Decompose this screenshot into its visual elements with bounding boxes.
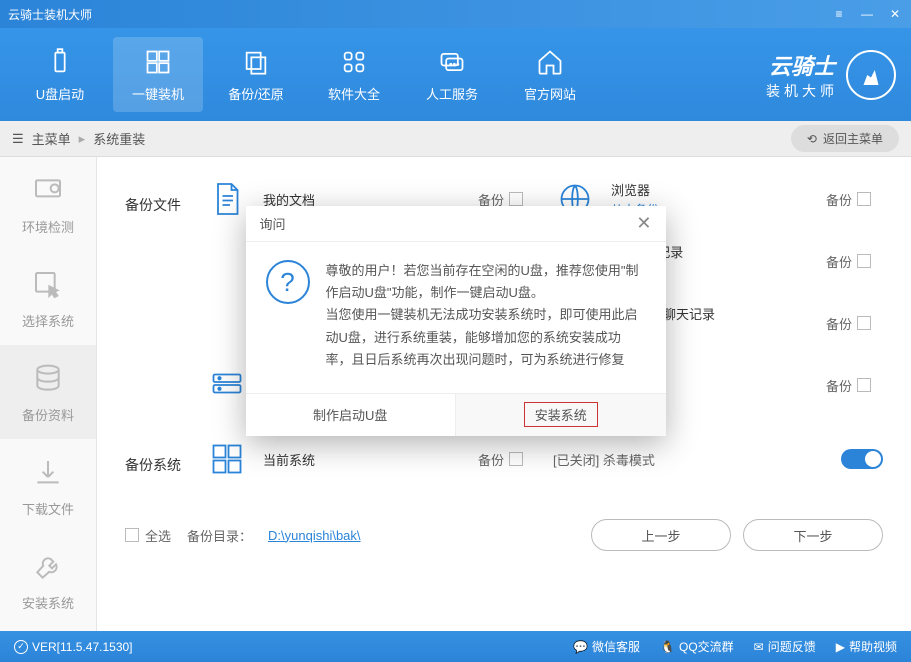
checkbox[interactable]: [857, 378, 871, 392]
title-bar: 云骑士装机大师 ≡ — ✕: [0, 0, 911, 28]
backup-dir-link[interactable]: D:\yunqishi\bak\: [268, 528, 361, 543]
sidebar-item-download[interactable]: 下载文件: [0, 439, 96, 533]
next-button[interactable]: 下一步: [743, 519, 883, 551]
dialog-close-button[interactable]: ✕: [636, 213, 651, 234]
sidebar-item-install[interactable]: 安装系统: [0, 533, 96, 627]
dialog-title: 询问: [260, 214, 286, 233]
brand: 云骑士 装机大师: [766, 49, 896, 101]
close-icon[interactable]: ✕: [887, 6, 903, 22]
feedback-icon: ✉: [754, 640, 764, 654]
monitor-gear-icon: [30, 173, 66, 209]
windows-grid-icon: [205, 437, 249, 481]
section-system-label: 备份系统: [125, 437, 205, 499]
nav-one-click-install[interactable]: 一键装机: [113, 37, 203, 112]
wrench-icon: [30, 549, 66, 585]
breadcrumb-current: 系统重装: [93, 129, 145, 148]
document-icon: [205, 177, 249, 221]
nav-usb-boot[interactable]: U盘启动: [15, 37, 105, 112]
checkbox[interactable]: [857, 254, 871, 268]
apps-icon: [338, 46, 370, 78]
nav-backup-restore[interactable]: 备份/还原: [211, 37, 301, 112]
backup-cursys[interactable]: 备份: [478, 450, 523, 469]
check-icon: ✓: [14, 640, 28, 654]
app-title: 云骑士装机大师: [8, 6, 831, 23]
footer-wechat[interactable]: 💬微信客服: [573, 638, 640, 655]
cursor-icon: [30, 267, 66, 303]
back-arrow-icon: ⟲: [807, 132, 817, 146]
confirm-dialog: 询问 ✕ ? 尊敬的用户！若您当前存在空闲的U盘，推荐您使用"制作启动U盘"功能…: [246, 206, 666, 435]
prev-button[interactable]: 上一步: [591, 519, 731, 551]
list-icon: ☰: [12, 131, 24, 147]
qq-small-icon: 🐧: [660, 640, 675, 654]
breadcrumb-main[interactable]: 主菜单: [32, 129, 71, 148]
question-icon: ?: [266, 260, 310, 304]
select-all[interactable]: 全选: [125, 526, 171, 545]
make-usb-button[interactable]: 制作启动U盘: [246, 394, 457, 436]
breadcrumb: ☰ 主菜单 ▸ 系统重装 ⟲ 返回主菜单: [0, 121, 911, 157]
section-files-label: 备份文件: [125, 177, 205, 425]
menu-icon[interactable]: ≡: [831, 6, 847, 22]
nav-website[interactable]: 官方网站: [505, 37, 595, 112]
copy-icon: [240, 46, 272, 78]
home-icon: [534, 46, 566, 78]
video-icon: ▶: [836, 640, 845, 654]
wechat-icon: 💬: [573, 640, 588, 654]
header: U盘启动 一键装机 备份/还原 软件大全 人工服务 官方网站 云骑士 装机大师: [0, 28, 911, 121]
footer-qq[interactable]: 🐧QQ交流群: [660, 638, 734, 655]
download-icon: [30, 455, 66, 491]
footer: ✓ VER[11.5.47.1530] 💬微信客服 🐧QQ交流群 ✉问题反馈 ▶…: [0, 631, 911, 662]
backup-driver[interactable]: 备份: [826, 376, 871, 395]
version-badge[interactable]: ✓ VER[11.5.47.1530]: [14, 640, 133, 654]
antivirus-label: [已关闭] 杀毒模式: [553, 450, 655, 469]
knight-logo-icon: [846, 50, 896, 100]
sidebar-item-env-check[interactable]: 环境检测: [0, 157, 96, 251]
sidebar-item-backup[interactable]: 备份资料: [0, 345, 96, 439]
backup-qq[interactable]: 备份: [826, 252, 871, 271]
chat-icon: [436, 46, 468, 78]
antivirus-toggle[interactable]: [841, 449, 883, 469]
checkbox[interactable]: [509, 452, 523, 466]
footer-feedback[interactable]: ✉问题反馈: [754, 638, 816, 655]
usb-icon: [44, 46, 76, 78]
back-to-main-button[interactable]: ⟲ 返回主菜单: [791, 125, 899, 152]
checkbox[interactable]: [509, 192, 523, 206]
windows-icon: [142, 46, 174, 78]
backup-browser[interactable]: 备份: [826, 190, 871, 209]
drive-icon: [205, 363, 249, 407]
checkbox[interactable]: [857, 192, 871, 206]
minimize-icon[interactable]: —: [859, 6, 875, 22]
nav-support[interactable]: 人工服务: [407, 37, 497, 112]
chevron-right-icon: ▸: [79, 131, 86, 147]
install-system-button[interactable]: 安装系统: [456, 394, 666, 436]
checkbox[interactable]: [857, 316, 871, 330]
database-icon: [30, 361, 66, 397]
nav-software[interactable]: 软件大全: [309, 37, 399, 112]
sidebar-item-select-system[interactable]: 选择系统: [0, 251, 96, 345]
backup-aliw[interactable]: 备份: [826, 314, 871, 333]
footer-help[interactable]: ▶帮助视频: [836, 638, 897, 655]
sidebar: 环境检测 选择系统 备份资料 下载文件 安装系统: [0, 157, 97, 631]
